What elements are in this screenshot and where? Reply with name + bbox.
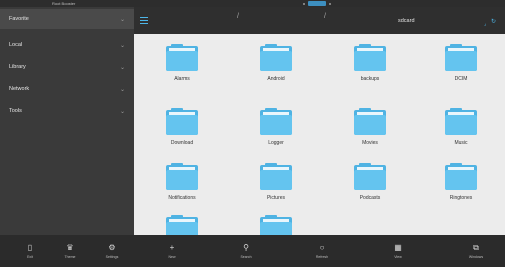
sidebar-item-label: Library (9, 64, 26, 70)
refresh-label: Refresh (315, 254, 329, 259)
folder-icon (166, 44, 198, 71)
folder-name: Music (454, 140, 468, 146)
folder-name: Android (267, 76, 285, 82)
sidebar: Favorite ⌄ Local ⌄ Library ⌄ Network ⌄ T… (0, 7, 134, 235)
refresh-icon: ○ (319, 242, 325, 252)
settings-label: Settings (105, 254, 119, 259)
view-label: View (394, 254, 402, 259)
new-button[interactable]: + New (158, 235, 186, 266)
folder-item[interactable]: Android (236, 36, 316, 96)
exit-label: Exit (27, 254, 33, 259)
view-button[interactable]: ▦ View (384, 235, 412, 266)
header-bar: / / sdcard ⌟ ↻ (134, 7, 505, 34)
folder-item[interactable]: Alarms (142, 36, 222, 96)
folder-icon (445, 163, 477, 190)
top-strip: Root Booster (0, 0, 505, 7)
menu-icon[interactable] (140, 17, 148, 24)
bottom-toolbar: ▯ Exit ♛ Theme ⚙ Settings + New ⚲ Search… (0, 235, 505, 266)
folder-icon (354, 163, 386, 190)
sidebar-item-label: Tools (9, 108, 22, 114)
folder-item[interactable]: Download (142, 100, 222, 160)
folder-icon (260, 163, 292, 190)
exit-icon: ▯ (27, 242, 33, 252)
folder-icon (260, 108, 292, 135)
theme-icon: ♛ (66, 242, 74, 252)
theme-label: Theme (64, 254, 76, 259)
folder-icon (354, 108, 386, 135)
refresh-path-icon[interactable]: ↻ (491, 18, 496, 25)
folder-name: backups (360, 76, 380, 82)
folder-item[interactable]: DCIM (421, 36, 501, 96)
search-label: Search (240, 254, 252, 259)
windows-icon: ⧉ (473, 242, 479, 252)
windows-label: Windows (468, 254, 484, 259)
chevron-down-icon: ⌄ (119, 64, 125, 71)
sidebar-item-label: Network (9, 86, 30, 92)
new-label: New (168, 254, 176, 259)
exit-button[interactable]: ▯ Exit (16, 235, 44, 266)
view-icon: ▦ (394, 242, 402, 252)
sidebar-item-tools[interactable]: Tools ⌄ (0, 101, 134, 121)
folder-name: Logger (268, 140, 284, 146)
chevron-down-icon: ⌄ (119, 108, 125, 115)
app-title: Root Booster (52, 1, 76, 6)
folder-name: DCIM (454, 76, 468, 82)
page-dot (303, 2, 305, 5)
folder-name: Download (170, 140, 194, 146)
folder-name: Podcasts (359, 195, 381, 201)
folder-name: Notifications (168, 195, 196, 201)
chevron-down-icon: ⌄ (119, 42, 125, 49)
folder-item[interactable]: Podcasts (330, 155, 410, 215)
path-separator: / (237, 13, 239, 20)
sidebar-item-library[interactable]: Library ⌄ (0, 57, 134, 77)
theme-button[interactable]: ♛ Theme (56, 235, 84, 266)
settings-button[interactable]: ⚙ Settings (98, 235, 126, 266)
folder-item[interactable]: Ringtones (421, 155, 501, 215)
page-indicator (303, 0, 331, 7)
page-dot (329, 2, 331, 5)
file-grid: Alarms Android backups DCIM Download Log… (134, 34, 505, 242)
folder-icon (445, 44, 477, 71)
folder-name: Movies (362, 140, 378, 146)
folder-name: Pictures (266, 195, 286, 201)
search-icon: ⚲ (243, 242, 249, 252)
path-separator: / (324, 13, 326, 20)
path-title[interactable]: sdcard (398, 18, 415, 24)
folder-name: Ringtones (449, 195, 473, 201)
folder-item[interactable]: Music (421, 100, 501, 160)
folder-item[interactable]: Logger (236, 100, 316, 160)
windows-button[interactable]: ⧉ Windows (460, 235, 492, 266)
folder-item[interactable]: backups (330, 36, 410, 96)
chevron-down-icon: ⌄ (119, 86, 125, 93)
search-button[interactable]: ⚲ Search (232, 235, 260, 266)
refresh-button[interactable]: ○ Refresh (308, 235, 336, 266)
folder-name: Alarms (174, 76, 190, 82)
sidebar-item-label: Local (9, 42, 23, 48)
folder-icon (445, 108, 477, 135)
edit-path-icon[interactable]: ⌟ (484, 21, 486, 27)
folder-item[interactable]: Pictures (236, 155, 316, 215)
folder-item[interactable]: Movies (330, 100, 410, 160)
sidebar-item-network[interactable]: Network ⌄ (0, 79, 134, 99)
folder-icon (260, 44, 292, 71)
folder-icon (166, 163, 198, 190)
sidebar-item-local[interactable]: Local ⌄ (0, 35, 134, 55)
folder-icon (166, 108, 198, 135)
sidebar-item-favorite[interactable]: Favorite ⌄ (0, 9, 134, 29)
folder-item[interactable]: Notifications (142, 155, 222, 215)
new-icon: + (169, 242, 175, 252)
folder-icon (354, 44, 386, 71)
sidebar-item-label: Favorite (9, 16, 29, 22)
settings-icon: ⚙ (108, 242, 116, 252)
page-dot-active (308, 1, 326, 6)
chevron-down-icon: ⌄ (119, 16, 125, 23)
